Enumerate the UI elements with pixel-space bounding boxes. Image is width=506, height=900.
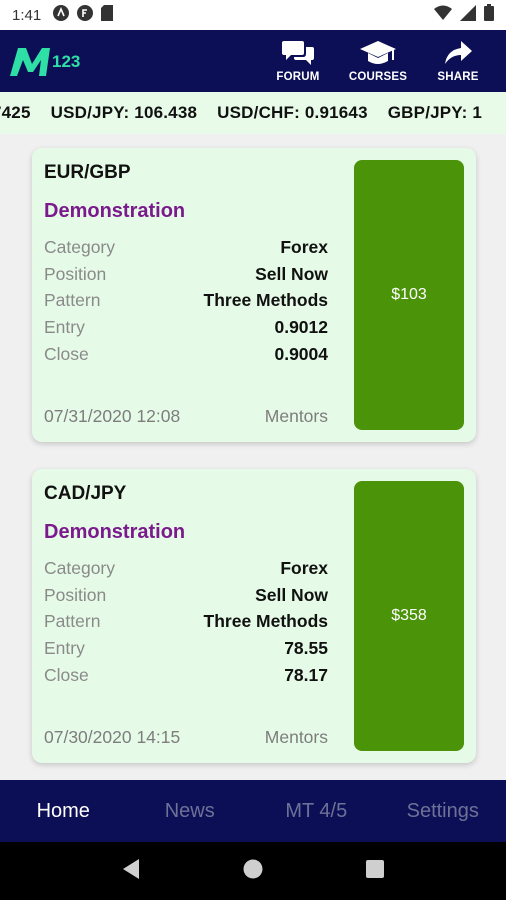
tab-news[interactable]: News <box>127 780 254 842</box>
detail-value: 78.17 <box>284 664 328 685</box>
signal-datetime: 07/30/2020 14:15 <box>44 727 181 747</box>
signal-card[interactable]: EUR/GBP Demonstration Category Forex Pos… <box>32 148 476 442</box>
share-arrow-icon <box>443 39 473 67</box>
detail-key: Entry <box>44 637 85 658</box>
signal-details: Category Forex Position Sell Now Pattern… <box>44 555 328 688</box>
logo-sub-text: 123 <box>52 52 81 71</box>
share-label: SHARE <box>437 71 479 83</box>
detail-value: 78.55 <box>284 637 328 658</box>
signal-details: Category Forex Position Sell Now Pattern… <box>44 234 328 367</box>
home-button[interactable] <box>238 856 268 886</box>
profit-badge[interactable]: $358 <box>354 481 464 751</box>
back-triangle-icon <box>121 858 141 885</box>
detail-row-pattern: Pattern Three Methods <box>44 608 328 635</box>
signal-type: Demonstration <box>44 521 186 543</box>
signal-datetime: 07/31/2020 12:08 <box>44 406 181 426</box>
battery-icon <box>484 4 494 26</box>
detail-row-close: Close 78.17 <box>44 662 328 689</box>
app-f-icon <box>77 4 94 26</box>
detail-row-position: Position Sell Now <box>44 582 328 609</box>
detail-value: Forex <box>280 557 328 578</box>
forum-button[interactable]: FORUM <box>258 30 338 92</box>
signal-card[interactable]: CAD/JPY Demonstration Category Forex Pos… <box>32 469 476 763</box>
ticker-item: GBP/JPY: 1 <box>387 103 483 122</box>
card-footer: 07/30/2020 14:15 Mentors <box>44 727 328 748</box>
ticker-item: 7425 <box>0 103 31 122</box>
recents-button[interactable] <box>360 856 390 886</box>
detail-row-close: Close 0.9004 <box>44 341 328 368</box>
detail-row-pattern: Pattern Three Methods <box>44 287 328 314</box>
ticker-track: 7425 USD/JPY: 106.438 USD/CHF: 0.91643 G… <box>0 103 482 123</box>
forum-label: FORUM <box>276 71 320 83</box>
detail-row-entry: Entry 78.55 <box>44 635 328 662</box>
app-logo[interactable]: 123 <box>8 42 98 82</box>
share-button[interactable]: SHARE <box>418 30 498 92</box>
detail-row-category: Category Forex <box>44 234 328 261</box>
detail-key: Position <box>44 263 107 284</box>
detail-key: Pattern <box>44 611 101 632</box>
detail-row-entry: Entry 0.9012 <box>44 314 328 341</box>
status-time: 1:41 <box>12 6 42 24</box>
detail-value: Sell Now <box>255 584 328 605</box>
signal-source: Mentors <box>264 406 328 426</box>
tab-home[interactable]: Home <box>0 780 127 842</box>
tab-mt45[interactable]: MT 4/5 <box>253 780 380 842</box>
detail-key: Pattern <box>44 290 101 311</box>
status-notification-icons <box>53 4 114 26</box>
sd-card-icon <box>101 4 114 26</box>
wifi-icon <box>434 5 452 26</box>
detail-key: Category <box>44 236 116 257</box>
detail-value: Forex <box>280 236 328 257</box>
detail-key: Entry <box>44 316 85 337</box>
profit-badge[interactable]: $103 <box>354 160 464 430</box>
ticker-item: USD/JPY: 106.438 <box>50 103 198 122</box>
app-header: 123 FORUM COURSES SHARE <box>0 30 506 92</box>
detail-value: 0.9012 <box>274 316 328 337</box>
detail-key: Category <box>44 557 116 578</box>
currency-pair: CAD/JPY <box>44 483 127 504</box>
detail-value: Three Methods <box>203 611 328 632</box>
detail-row-category: Category Forex <box>44 555 328 582</box>
currency-pair: EUR/GBP <box>44 162 131 183</box>
price-ticker: 7425 USD/JPY: 106.438 USD/CHF: 0.91643 G… <box>0 92 506 134</box>
forum-icon <box>281 39 315 67</box>
tab-settings[interactable]: Settings <box>380 780 506 842</box>
courses-label: COURSES <box>348 71 408 83</box>
home-circle-icon <box>242 858 264 885</box>
status-bar: 1:41 <box>0 0 506 30</box>
graduation-cap-icon <box>359 39 397 67</box>
back-button[interactable] <box>116 856 146 886</box>
bottom-nav: Home News MT 4/5 Settings <box>0 780 506 842</box>
header-actions: FORUM COURSES SHARE <box>258 30 498 92</box>
detail-row-position: Position Sell Now <box>44 261 328 288</box>
ticker-item: USD/CHF: 0.91643 <box>217 103 368 122</box>
app-a-icon <box>53 4 70 26</box>
detail-key: Close <box>44 343 89 364</box>
detail-value: 0.9004 <box>274 343 328 364</box>
detail-value: Three Methods <box>203 290 328 311</box>
recents-square-icon <box>365 859 385 884</box>
android-nav-bar <box>0 842 506 900</box>
card-footer: 07/31/2020 12:08 Mentors <box>44 406 328 427</box>
signal-icon <box>460 4 476 26</box>
status-system-icons <box>434 4 494 26</box>
signal-source: Mentors <box>264 727 328 747</box>
courses-button[interactable]: COURSES <box>338 30 418 92</box>
detail-key: Close <box>44 664 89 685</box>
signal-type: Demonstration <box>44 200 186 222</box>
detail-value: Sell Now <box>255 263 328 284</box>
signals-list[interactable]: EUR/GBP Demonstration Category Forex Pos… <box>0 134 506 780</box>
detail-key: Position <box>44 584 107 605</box>
